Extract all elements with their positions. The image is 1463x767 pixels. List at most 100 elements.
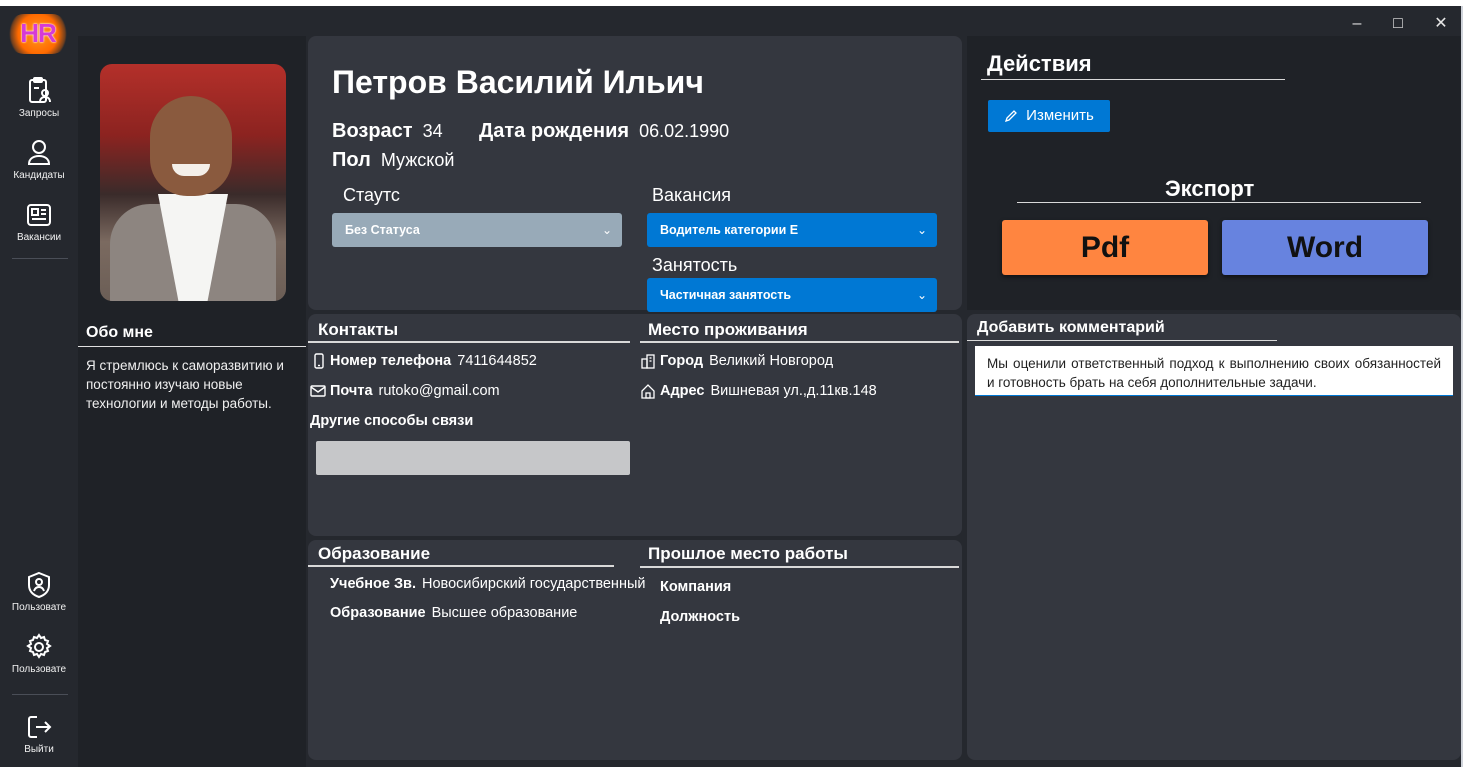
education-level-value: Высшее образование bbox=[431, 605, 578, 621]
education-level-label: Образование bbox=[330, 605, 426, 621]
about-text: Я стремлюсь к саморазвитию и постоянно и… bbox=[86, 358, 284, 411]
sidebar-item-requests[interactable]: Запросы bbox=[0, 76, 78, 119]
status-label: Стаутс bbox=[343, 185, 400, 205]
export-title: Экспорт bbox=[1165, 176, 1255, 201]
city-label: Город bbox=[660, 353, 704, 369]
birth-label: Дата рождения bbox=[479, 120, 630, 142]
institution-row: Учебное Зв. Новосибирский государственны… bbox=[330, 576, 645, 592]
home-icon bbox=[641, 384, 655, 399]
contacts-title: Контакты bbox=[318, 320, 399, 339]
actions-divider bbox=[981, 79, 1285, 80]
age-label: Возраст bbox=[332, 120, 413, 142]
institution-label: Учебное Зв. bbox=[330, 576, 417, 592]
clipboard-user-icon bbox=[29, 77, 51, 103]
education-level-row: Образование Высшее образование bbox=[330, 605, 577, 621]
city-icon bbox=[641, 354, 655, 369]
phone-label: Номер телефона bbox=[330, 353, 452, 369]
contacts-panel: Контакты Номер телефона 7411644852 Почта… bbox=[308, 314, 962, 536]
shield-person-icon bbox=[28, 571, 50, 599]
birth-value: 06.02.1990 bbox=[639, 121, 730, 141]
minimize-button[interactable]: – bbox=[1345, 14, 1369, 34]
sidebar-item-vacancies[interactable]: Вакансии bbox=[0, 200, 78, 243]
app-logo: HR bbox=[8, 14, 68, 54]
residence-divider bbox=[640, 341, 959, 343]
phone-icon bbox=[314, 353, 324, 369]
sidebar-item-label: Запросы bbox=[18, 108, 60, 119]
mail-icon bbox=[310, 385, 326, 397]
edit-button[interactable]: Изменить bbox=[988, 100, 1110, 132]
position-label: Должность bbox=[660, 609, 740, 625]
address-label: Адрес bbox=[660, 383, 705, 399]
comment-divider bbox=[967, 340, 1277, 341]
chevron-down-icon: ⌄ bbox=[916, 223, 927, 237]
position-row: Должность bbox=[660, 609, 746, 625]
sidebar-item-logout[interactable]: Выйти bbox=[0, 712, 78, 755]
maximize-button[interactable]: □ bbox=[1386, 14, 1410, 34]
candidate-photo bbox=[100, 64, 286, 301]
phone-value: 7411644852 bbox=[457, 353, 537, 369]
other-contacts-label: Другие способы связи bbox=[310, 413, 474, 429]
person-icon bbox=[27, 140, 51, 165]
about-divider bbox=[78, 346, 306, 347]
sidebar-item-label: Пользовате bbox=[11, 602, 67, 613]
sidebar-item-label: Вакансии bbox=[16, 232, 62, 243]
actions-panel: Действия Изменить Экспорт Pdf Word bbox=[967, 36, 1461, 310]
city-row: Город Великий Новгород bbox=[640, 353, 833, 369]
sidebar-item-label: Пользовате bbox=[11, 664, 67, 675]
email-row: Почта rutoko@gmail.com bbox=[310, 383, 500, 399]
birth-row: Дата рождения 06.02.1990 bbox=[479, 120, 729, 143]
email-value: rutoko@gmail.com bbox=[378, 383, 500, 399]
chevron-down-icon: ⌄ bbox=[601, 223, 612, 237]
candidate-name: Петров Василий Ильич bbox=[332, 64, 704, 100]
email-label: Почта bbox=[330, 383, 373, 399]
status-select[interactable]: Без Статуса ⌄ bbox=[332, 213, 622, 247]
export-pdf-button[interactable]: Pdf bbox=[1002, 220, 1208, 275]
company-label: Компания bbox=[660, 579, 732, 595]
address-value: Вишневая ул.,д.11кв.148 bbox=[710, 383, 877, 399]
about-title: Обо мне bbox=[86, 324, 153, 341]
pencil-icon bbox=[1005, 110, 1018, 123]
title-bar: – □ ✕ bbox=[0, 6, 1463, 36]
sidebar-item-settings[interactable]: Пользовате bbox=[0, 632, 78, 675]
comment-panel: Добавить комментарий Мы оценили ответств… bbox=[967, 314, 1461, 760]
sidebar-item-users[interactable]: Пользовате bbox=[0, 570, 78, 613]
comment-title: Добавить комментарий bbox=[977, 319, 1165, 336]
gender-label: Пол bbox=[332, 149, 371, 171]
residence-title: Место проживания bbox=[648, 320, 808, 339]
education-panel: Образование Учебное Зв. Новосибирский го… bbox=[308, 540, 962, 760]
employment-select[interactable]: Частичная занятость ⌄ bbox=[647, 278, 937, 312]
city-value: Великий Новгород bbox=[709, 353, 834, 369]
contacts-divider bbox=[308, 341, 630, 343]
age-row: Возраст 34 bbox=[332, 120, 443, 143]
close-button[interactable]: ✕ bbox=[1429, 14, 1453, 34]
phone-row: Номер телефона 7411644852 bbox=[312, 353, 537, 369]
sidebar-divider bbox=[12, 694, 68, 695]
sidebar: HR Запросы Кандидаты Вакансии Пользовате… bbox=[0, 14, 78, 767]
export-word-button[interactable]: Word bbox=[1222, 220, 1428, 275]
gear-icon bbox=[26, 633, 52, 659]
address-row: Адрес Вишневая ул.,д.11кв.148 bbox=[640, 383, 877, 399]
institution-value: Новосибирский государственный bbox=[422, 576, 646, 592]
gender-value: Мужской bbox=[380, 150, 455, 170]
actions-title: Действия bbox=[987, 51, 1092, 76]
comment-input[interactable]: Мы оценили ответственный подход к выполн… bbox=[975, 346, 1453, 396]
work-title: Прошлое место работы bbox=[648, 544, 848, 563]
education-divider bbox=[308, 565, 614, 567]
age-value: 34 bbox=[422, 121, 443, 141]
chevron-down-icon: ⌄ bbox=[916, 288, 927, 302]
company-row: Компания bbox=[660, 579, 737, 595]
newspaper-icon bbox=[27, 204, 51, 226]
sidebar-item-label: Выйти bbox=[24, 744, 54, 755]
employment-label: Занятость bbox=[652, 255, 738, 275]
sidebar-item-label: Кандидаты bbox=[13, 170, 65, 181]
other-contacts-row: Другие способы связи bbox=[310, 413, 479, 429]
sidebar-item-candidates[interactable]: Кандидаты bbox=[0, 138, 78, 181]
work-divider bbox=[640, 566, 959, 568]
export-divider bbox=[1017, 202, 1421, 203]
gender-row: Пол Мужской bbox=[332, 149, 454, 172]
vacancy-select[interactable]: Водитель категории E ⌄ bbox=[647, 213, 937, 247]
other-contacts-input[interactable] bbox=[316, 441, 630, 475]
education-title: Образование bbox=[318, 544, 431, 563]
profile-panel: Петров Василий Ильич Возраст 34 Дата рож… bbox=[308, 36, 962, 312]
about-column: Обо мне Я стремлюсь к саморазвитию и пос… bbox=[78, 36, 306, 767]
